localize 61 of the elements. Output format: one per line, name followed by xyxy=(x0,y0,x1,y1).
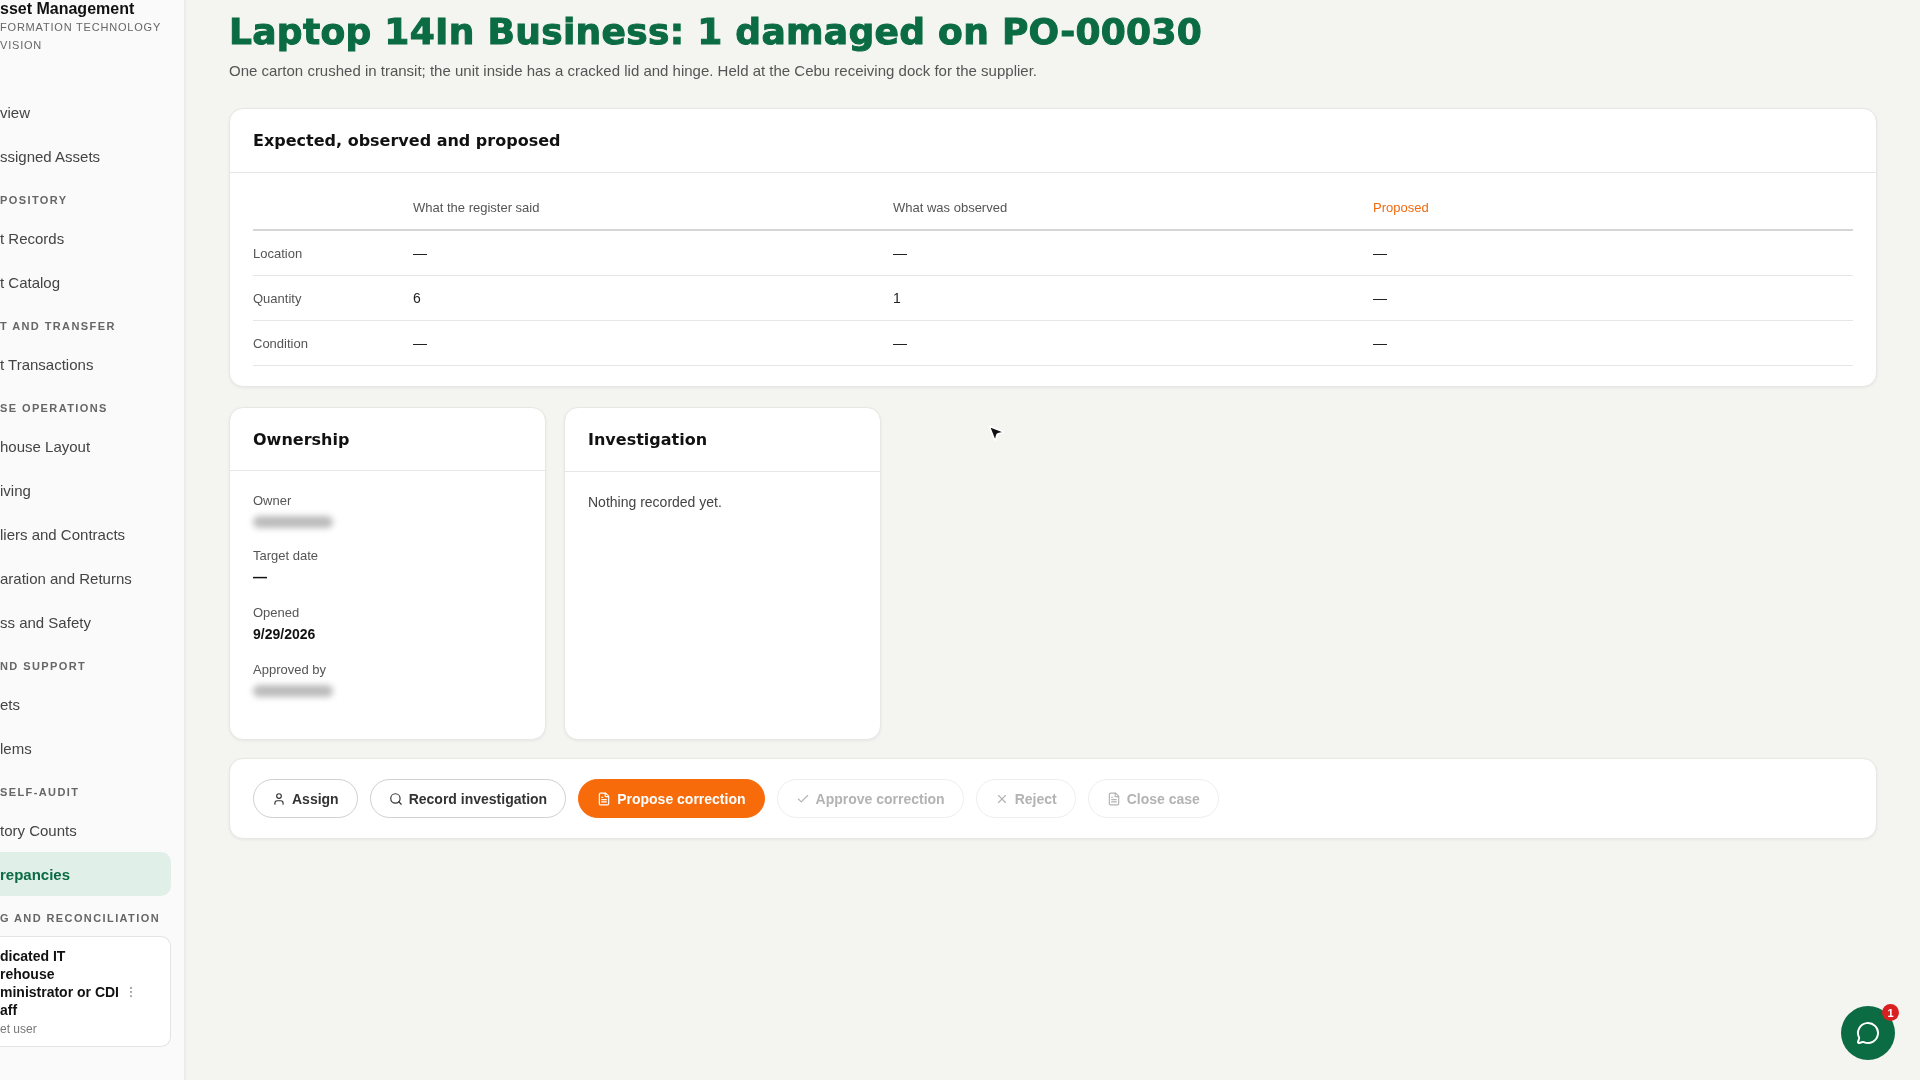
page-subtitle: One carton crushed in transit; the unit inside has a cracked lid and hinge. Held at the Cebu receiving dock for the supplier. xyxy=(229,62,1038,79)
nav-item[interactable]: repancies xyxy=(0,852,171,896)
nav-item[interactable]: tory Counts xyxy=(0,808,171,852)
table-cell: 6 xyxy=(413,276,893,321)
nav-item[interactable]: t Transactions xyxy=(0,342,171,386)
card-title: Investigation xyxy=(565,408,880,472)
user-icon xyxy=(272,791,286,806)
field-label: Approved by xyxy=(253,662,327,677)
nav-item[interactable]: ets xyxy=(0,682,171,726)
nav-item[interactable]: view xyxy=(0,90,171,134)
nav-item[interactable]: ssigned Assets xyxy=(0,134,171,178)
field-label: Owner xyxy=(253,493,293,508)
row-label: Condition xyxy=(253,321,413,366)
action-button[interactable]: Record investigation xyxy=(369,779,567,818)
nav-section-heading: POSITORY xyxy=(0,194,69,206)
mouse-cursor-icon xyxy=(986,423,1006,443)
nav-item[interactable]: liers and Contracts xyxy=(0,512,171,556)
empty-note: Nothing recorded yet. xyxy=(588,494,723,510)
nav-item[interactable]: aration and Returns xyxy=(0,556,171,600)
nav-section-heading: SELF-AUDIT xyxy=(0,786,81,798)
card-title: Expected, observed and proposed xyxy=(230,109,1876,173)
row-label: Location xyxy=(253,231,413,276)
table-cell: — xyxy=(1373,276,1853,321)
user-role: et user xyxy=(0,1022,38,1036)
field-value: — xyxy=(253,569,268,587)
table-cell: — xyxy=(1373,321,1853,366)
notification-count: 1 xyxy=(1882,1004,1899,1021)
organization-name: FORMATION TECHNOLOGY VISION xyxy=(0,20,162,53)
field-label: Opened xyxy=(253,605,301,620)
row-label: Quantity xyxy=(253,276,413,321)
nav-item[interactable]: t Catalog xyxy=(0,260,171,304)
action-button[interactable]: Assign xyxy=(253,779,358,818)
table-cell: — xyxy=(1373,231,1853,276)
table-cell: — xyxy=(413,321,893,366)
chat-icon xyxy=(1856,1021,1880,1045)
document-icon xyxy=(1106,791,1121,806)
nav-section-heading: SE OPERATIONS xyxy=(0,402,109,414)
nav-item[interactable]: t Records xyxy=(0,216,171,260)
document-icon xyxy=(597,791,612,806)
nav-section-heading: G AND RECONCILIATION xyxy=(0,912,161,924)
nav-section-heading: T AND TRANSFER xyxy=(0,320,117,332)
column-header: What the register said xyxy=(413,185,893,231)
app-name: sset Management xyxy=(0,0,136,18)
table-cell: — xyxy=(413,231,893,276)
table-cell: — xyxy=(893,231,1373,276)
search-icon xyxy=(388,791,403,806)
card-title: Ownership xyxy=(230,408,545,471)
column-header: Proposed xyxy=(1373,185,1853,231)
user-name: dicated IT rehouse ministrator or CDI aff xyxy=(0,947,120,1019)
column-header: What was observed xyxy=(893,185,1373,231)
nav-section-heading: ND SUPPORT xyxy=(0,660,88,672)
table-cell: 1 xyxy=(893,276,1373,321)
page-title: Laptop 14In Business: 1 damaged on PO-00030 xyxy=(229,10,1204,54)
nav-item[interactable]: lems xyxy=(0,726,171,770)
field-label: Target date xyxy=(253,548,320,563)
table-cell: — xyxy=(893,321,1373,366)
nav-item[interactable]: iving xyxy=(0,468,171,512)
nav-item[interactable]: house Layout xyxy=(0,424,171,468)
user-card[interactable]: dicated IT rehouse ministrator or CDI aff et user xyxy=(0,936,171,1047)
field-value: 9/29/2026 xyxy=(253,626,317,644)
nav-item[interactable]: ss and Safety xyxy=(0,600,171,644)
